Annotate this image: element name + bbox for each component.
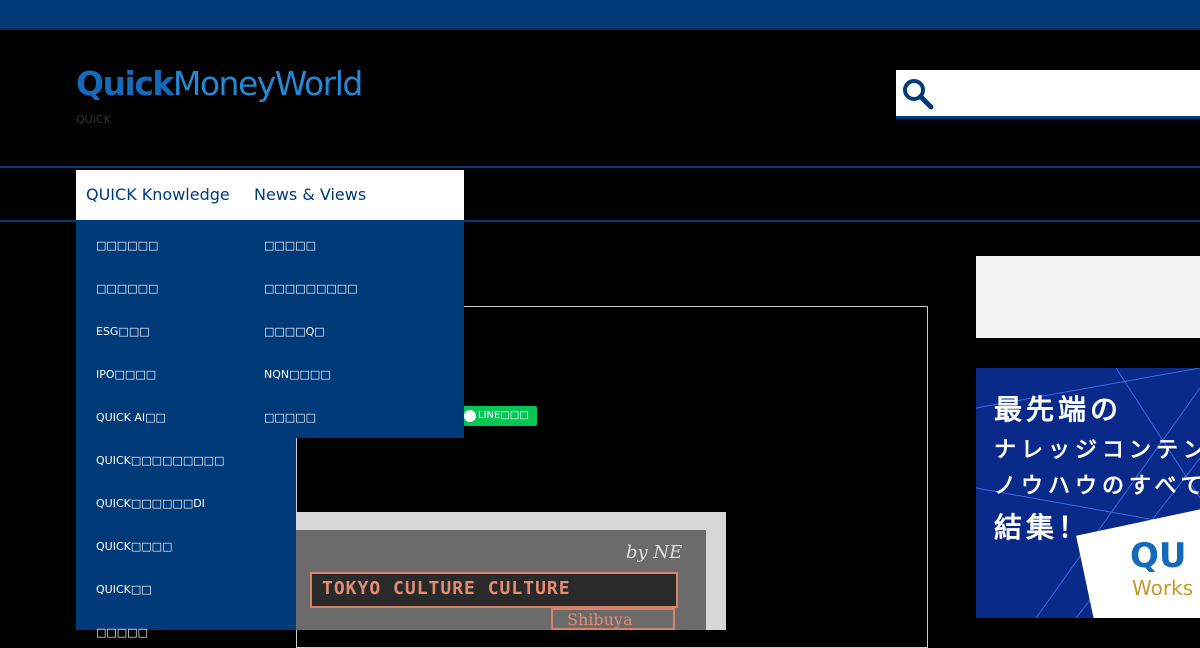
- banner-line-2: ナレッジコンテン: [994, 438, 1200, 463]
- banner-line-3: ノウハウのすべて: [994, 474, 1200, 499]
- top-bar: [0, 0, 1200, 30]
- nav-quick-knowledge[interactable]: QUICK Knowledge: [86, 170, 230, 220]
- main-nav: QUICK Knowledge News & Views: [76, 170, 464, 220]
- promo-banner[interactable]: 最先端の ナレッジコンテン ノウハウのすべて 結集！ QU Works: [976, 368, 1200, 618]
- banner-line-1: 最先端の: [994, 393, 1123, 426]
- photo-frame-side: [706, 512, 726, 630]
- banner-line-4: 結集！: [994, 511, 1091, 544]
- search-icon[interactable]: [902, 78, 934, 110]
- banner-logo: QU: [1130, 536, 1187, 576]
- line-share-label: LINE□□□: [478, 410, 529, 421]
- dropdown-item[interactable]: QUICK□□□□□□□□□: [96, 454, 224, 467]
- sidebar-ad-box: [976, 256, 1200, 338]
- dropdown-item[interactable]: QUICK AI□□: [96, 411, 166, 424]
- dropdown-item[interactable]: □□□□□□: [96, 239, 158, 252]
- dropdown-item[interactable]: QUICK□□□□: [96, 540, 172, 553]
- dropdown-item[interactable]: □□□□□□□□□: [264, 282, 358, 295]
- dropdown-item[interactable]: NQN□□□□: [264, 368, 331, 381]
- dropdown-item[interactable]: □□□□□: [264, 239, 316, 252]
- search-input[interactable]: [896, 70, 1200, 119]
- dropdown-item[interactable]: □□□□□: [264, 411, 316, 424]
- photo-frame: [296, 512, 726, 530]
- dropdown-item[interactable]: QUICK□□□□□□DI: [96, 497, 205, 510]
- dropdown-item[interactable]: □□□□□□: [96, 282, 158, 295]
- site-logo[interactable]: QuickMoneyWorld: [76, 64, 363, 104]
- line-share-button[interactable]: LINE□□□: [456, 406, 537, 426]
- dropdown-item[interactable]: □□□□□: [96, 626, 148, 639]
- logo-quick: Quick: [76, 64, 174, 103]
- photo-sub-sign: Shibuya: [551, 608, 675, 630]
- logo-money-world: MoneyWorld: [172, 64, 363, 103]
- dropdown-item[interactable]: ESG□□□: [96, 325, 150, 338]
- article-photo: by NE TOKYO CULTURE CULTURE Shibuya: [296, 512, 726, 630]
- dropdown-item[interactable]: □□□□Q□: [264, 325, 325, 338]
- banner-works: Works: [1132, 576, 1194, 600]
- photo-sign-text: TOKYO CULTURE CULTURE: [322, 578, 571, 599]
- nav-news-views[interactable]: News & Views: [254, 170, 366, 220]
- site-tagline: QUICK: [76, 113, 111, 126]
- nav-top-line: [0, 166, 1200, 168]
- photo-script-text: by NE: [626, 542, 683, 563]
- photo-sign: TOKYO CULTURE CULTURE: [310, 572, 678, 608]
- dropdown-item[interactable]: QUICK□□: [96, 583, 152, 596]
- line-icon: [464, 410, 476, 422]
- dropdown-item[interactable]: IPO□□□□: [96, 368, 156, 381]
